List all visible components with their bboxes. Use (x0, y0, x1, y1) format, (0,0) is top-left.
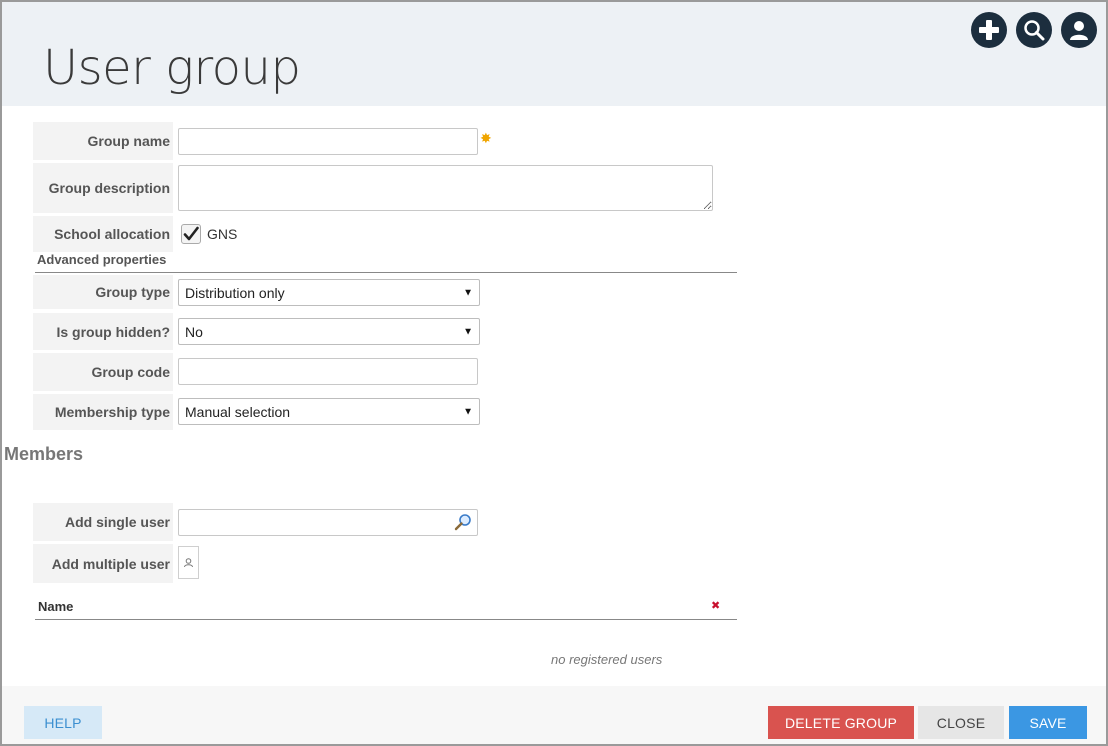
group-hidden-label: Is group hidden? (33, 313, 173, 350)
empty-table-message: no registered users (551, 652, 663, 667)
dropdown-arrow-icon: ▼ (463, 406, 473, 417)
membership-type-select[interactable]: Manual selection ▼ (178, 398, 480, 425)
add-single-user-input[interactable] (178, 509, 478, 536)
add-multiple-user-label: Add multiple user (33, 544, 173, 583)
group-name-input[interactable] (178, 128, 478, 155)
user-button[interactable] (1061, 12, 1097, 48)
header-bar: User group (2, 2, 1106, 106)
close-button[interactable]: CLOSE (918, 706, 1004, 739)
search-button[interactable] (1016, 12, 1052, 48)
save-button[interactable]: SAVE (1009, 706, 1087, 739)
group-type-label: Group type (33, 275, 173, 309)
search-icon (1024, 20, 1045, 41)
group-hidden-value: No (185, 323, 203, 340)
dropdown-arrow-icon: ▼ (463, 287, 473, 298)
group-name-label: Group name (33, 122, 173, 160)
group-hidden-select[interactable]: No ▼ (178, 318, 480, 345)
required-star-icon: ✸ (480, 130, 492, 146)
user-icon (1070, 21, 1088, 40)
group-type-select[interactable]: Distribution only ▼ (178, 279, 480, 306)
delete-group-button[interactable]: DELETE GROUP (768, 706, 914, 739)
divider (35, 272, 737, 273)
dropdown-arrow-icon: ▼ (463, 326, 473, 337)
remove-all-icon[interactable]: ✖ (711, 599, 720, 612)
plus-icon (979, 20, 999, 40)
group-code-label: Group code (33, 353, 173, 391)
table-header-divider (35, 619, 737, 620)
checkmark-icon (183, 226, 199, 241)
add-multiple-user-button[interactable] (178, 546, 199, 579)
school-allocation-label: School allocation (33, 216, 173, 252)
help-button[interactable]: HELP (24, 706, 102, 739)
dialog-window: User group Group name ✸ Group descriptio… (0, 0, 1108, 746)
school-allocation-option: GNS (207, 226, 238, 242)
advanced-properties-heading: Advanced properties (37, 252, 167, 267)
page-title: User group (43, 40, 301, 96)
add-single-user-label: Add single user (33, 503, 173, 541)
add-button[interactable] (971, 12, 1007, 48)
membership-type-label: Membership type (33, 394, 173, 430)
group-code-input[interactable] (178, 358, 478, 385)
members-heading: Members (4, 444, 84, 464)
school-allocation-checkbox[interactable] (181, 224, 201, 244)
magnifier-icon[interactable] (454, 513, 472, 531)
membership-type-value: Manual selection (185, 403, 291, 420)
group-description-label: Group description (33, 163, 173, 213)
user-outline-icon (184, 558, 193, 568)
group-type-value: Distribution only (185, 284, 285, 301)
group-description-input[interactable] (178, 165, 713, 211)
column-header-name: Name (38, 599, 74, 614)
